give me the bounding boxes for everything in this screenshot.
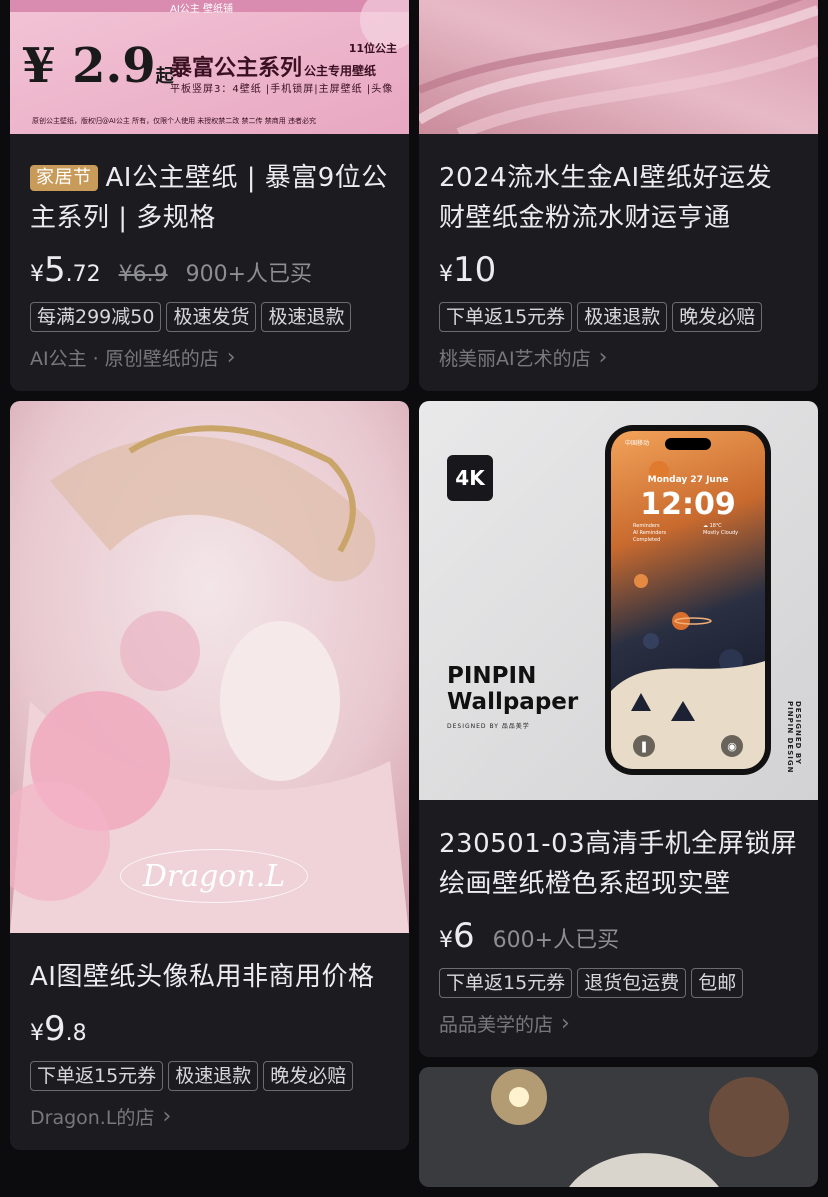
lock-date: Monday 27 June xyxy=(647,475,729,485)
phone-mockup: 中国移动 Monday 27 June 12:09 Reminders AI R… xyxy=(605,425,771,775)
product-title[interactable]: 家居节 AI公主壁纸 | 暴富9位公主系列 | 多规格 xyxy=(30,158,389,238)
price-row: ¥ 6 600+人已买 xyxy=(439,916,620,956)
carrier-text: 中国移动 xyxy=(625,440,650,447)
chevron-right-icon: › xyxy=(226,345,236,370)
promo-chip: 极速退款 xyxy=(577,302,668,332)
promo-chip: 下单返15元券 xyxy=(30,1061,164,1091)
sold-count: 900+人已买 xyxy=(185,262,313,287)
promo-chip: 下单返15元券 xyxy=(439,968,573,998)
promo-chip: 晚发必赔 xyxy=(672,302,763,332)
product-image[interactable] xyxy=(419,1067,818,1187)
promo-chip: 晚发必赔 xyxy=(263,1061,354,1091)
product-image[interactable]: AI公主 壁纸铺 ¥ 2.9起 暴富公主系列 公主专用壁纸 11位公主 平板竖屏3… xyxy=(10,0,409,134)
product-title[interactable]: 230501-03高清手机全屏锁屏绘画壁纸橙色系超现实壁 xyxy=(439,824,798,904)
product-image[interactable]: Dragon.L xyxy=(10,401,409,933)
promo-chip: 极速退款 xyxy=(168,1061,259,1091)
original-price: ¥6.9 xyxy=(118,262,168,287)
product-title[interactable]: AI图壁纸头像私用非商用价格 xyxy=(30,957,389,997)
price-integer: 6 xyxy=(453,916,475,956)
promo-chips: 下单返15元券 退货包运费 包邮 xyxy=(439,968,798,998)
sold-count: 600+人已买 xyxy=(492,928,620,953)
promo-chip: 下单返15元券 xyxy=(439,302,573,332)
flashlight-icon: ❚ xyxy=(633,735,655,757)
banner-series: 暴富公主系列 公主专用壁纸 xyxy=(170,56,377,81)
price-integer: 5 xyxy=(44,250,66,290)
price-integer: 9 xyxy=(44,1009,66,1049)
product-card[interactable]: AI公主 壁纸铺 ¥ 2.9起 暴富公主系列 公主专用壁纸 11位公主 平板竖屏3… xyxy=(10,0,409,391)
price-decimal: .72 xyxy=(65,262,101,287)
product-image[interactable] xyxy=(419,0,818,134)
promo-chips: 下单返15元券 极速退款 晚发必赔 xyxy=(439,302,798,332)
poster-designed-by: DESIGNED BY 品品美学 xyxy=(447,723,530,730)
lock-time: 12:09 xyxy=(640,487,736,522)
chevron-right-icon: › xyxy=(561,1011,570,1036)
promo-chip: 极速发货 xyxy=(166,302,257,332)
banner-price: ¥ 2.9起 xyxy=(22,38,174,94)
left-column: AI公主 壁纸铺 ¥ 2.9起 暴富公主系列 公主专用壁纸 11位公主 平板竖屏3… xyxy=(10,0,409,1160)
chevron-right-icon: › xyxy=(162,1104,172,1129)
4k-badge: 4K xyxy=(447,455,493,501)
product-card[interactable]: 4K PINPIN Wallpaper DESIGNED BY 品品美学 DES… xyxy=(419,401,818,1057)
product-card[interactable] xyxy=(419,1067,818,1187)
promo-chip: 包邮 xyxy=(691,968,744,998)
promo-chip: 退货包运费 xyxy=(577,968,687,998)
banner-tag: 11位公主 xyxy=(348,42,397,55)
price-integer: 10 xyxy=(453,250,497,290)
shop-link[interactable]: 品品美学的店 › xyxy=(439,1010,798,1037)
product-card[interactable]: Dragon.L AI图壁纸头像私用非商用价格 ¥ 9 .8 下单返15元券 极… xyxy=(10,401,409,1150)
reminders-widget: Reminders AI Reminders Completed xyxy=(633,523,667,543)
camera-icon: ◉ xyxy=(721,735,743,757)
product-image[interactable]: 4K PINPIN Wallpaper DESIGNED BY 品品美学 DES… xyxy=(419,401,818,800)
shop-link[interactable]: 桃美丽AI艺术的店 › xyxy=(439,344,798,371)
dynamic-island xyxy=(665,438,711,450)
chevron-right-icon: › xyxy=(598,345,608,370)
shop-link[interactable]: Dragon.L的店 › xyxy=(30,1103,389,1130)
festival-tag: 家居节 xyxy=(30,165,98,191)
price-row: ¥ 10 xyxy=(439,250,497,290)
promo-chips: 下单返15元券 极速退款 晚发必赔 xyxy=(30,1061,389,1091)
watermark-logo: Dragon.L xyxy=(120,849,308,903)
price-row: ¥ 5 .72 ¥6.9 900+人已买 xyxy=(30,250,313,290)
weather-widget: ☁ 18℃ Mostly Cloudy xyxy=(703,523,739,536)
banner-top-text: AI公主 壁纸铺 xyxy=(170,4,233,15)
promo-chip: 极速退款 xyxy=(261,302,352,332)
product-title[interactable]: 2024流水生金AI壁纸好运发财壁纸金粉流水财运亨通 xyxy=(439,158,798,238)
poster-brand: PINPIN Wallpaper xyxy=(447,663,579,715)
banner-foot: 原创公主壁纸，版权归@AI公主 所有，仅限个人使用 未授权禁二改 禁二传 禁商用… xyxy=(32,117,316,125)
promo-chips: 每满299减50 极速发货 极速退款 xyxy=(30,302,389,332)
promo-chip: 每满299减50 xyxy=(30,302,162,332)
right-column: 2024流水生金AI壁纸好运发财壁纸金粉流水财运亨通 ¥ 10 下单返15元券 … xyxy=(419,0,818,1197)
shop-link[interactable]: AI公主 · 原创壁纸的店 › xyxy=(30,344,389,371)
price-decimal: .8 xyxy=(65,1021,87,1046)
product-card[interactable]: 2024流水生金AI壁纸好运发财壁纸金粉流水财运亨通 ¥ 10 下单返15元券 … xyxy=(419,0,818,391)
poster-vertical-text: DESIGNED BY PINPIN DESIGN xyxy=(786,701,802,774)
banner-sub: 平板竖屏3：4壁纸 |手机锁屏|主屏壁纸 |头像 xyxy=(170,84,394,95)
price-row: ¥ 9 .8 xyxy=(30,1009,87,1049)
